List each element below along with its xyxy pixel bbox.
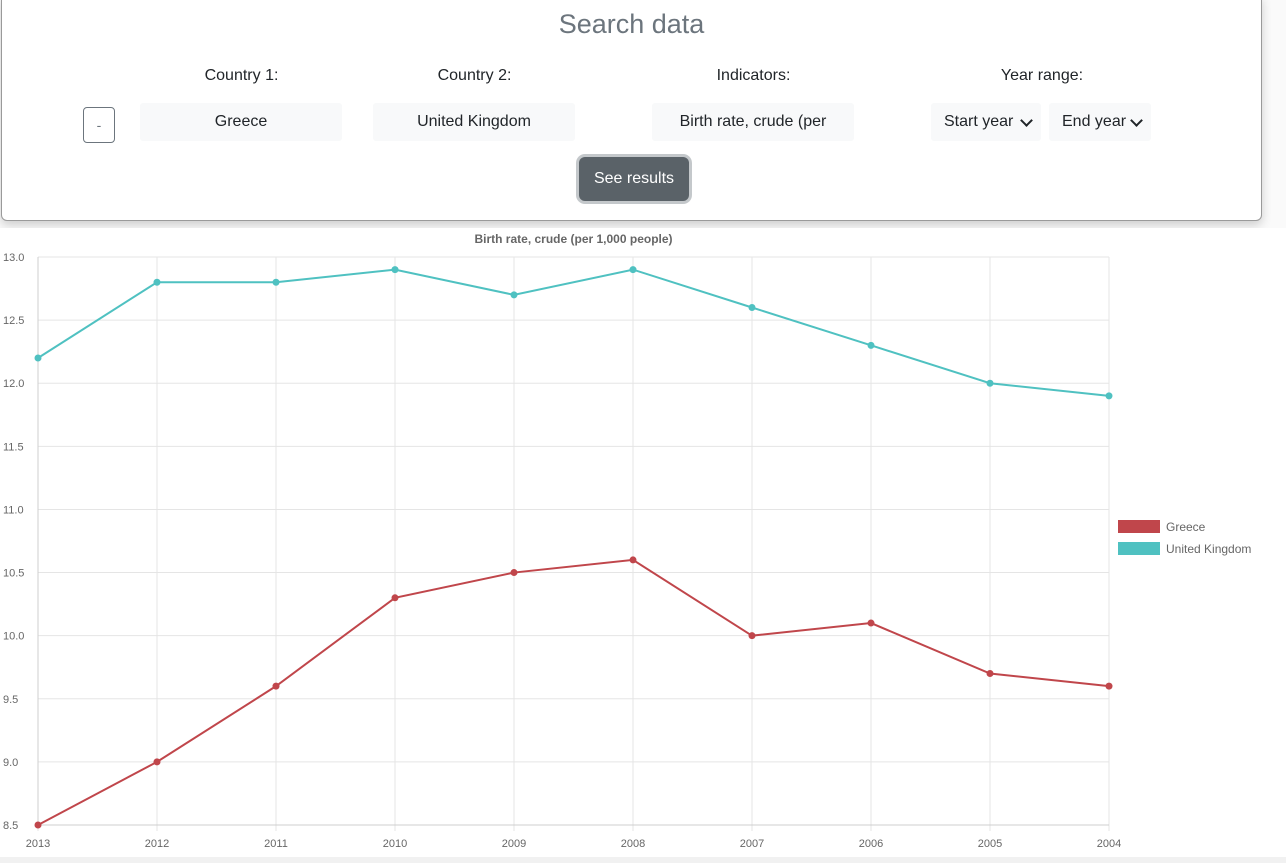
line-chart: Birth rate, crude (per 1,000 people) 13.0… [0, 228, 1286, 858]
data-point-greece [629, 556, 637, 564]
y-tick-label: 13.0 [3, 252, 24, 264]
y-tick-label: 11.0 [3, 504, 24, 516]
data-point-greece [748, 632, 756, 640]
data-point-greece [153, 758, 161, 766]
y-tick-label: 10.5 [3, 568, 24, 580]
search-panel: Search data Country 1: Country 2: Indica… [1, 0, 1262, 221]
legend-label-greece: Greece [1166, 520, 1206, 534]
legend-label-united-kingdom: United Kingdom [1166, 542, 1251, 556]
y-tick-label: 9.5 [3, 694, 18, 706]
legend-swatch-united-kingdom [1118, 542, 1160, 555]
end-year-select[interactable]: End year [1049, 103, 1151, 141]
data-point-united-kingdom [153, 278, 161, 286]
y-tick-label: 8.5 [3, 820, 18, 832]
x-tick-label: 2013 [26, 838, 50, 850]
x-tick-label: 2004 [1097, 838, 1121, 850]
country2-label: Country 2: [437, 67, 512, 84]
x-tick-label: 2008 [621, 838, 645, 850]
data-point-united-kingdom [1105, 392, 1113, 400]
country2-input[interactable]: United Kingdom [373, 103, 575, 141]
y-tick-label: 12.0 [3, 378, 24, 390]
data-point-greece [1105, 682, 1113, 690]
data-point-united-kingdom [272, 278, 280, 286]
x-tick-label: 2011 [264, 838, 288, 850]
start-year-select[interactable]: Start year [931, 103, 1041, 141]
y-tick-label: 12.5 [3, 315, 24, 327]
data-point-united-kingdom [986, 379, 994, 387]
data-point-united-kingdom [748, 303, 756, 311]
country1-input[interactable]: Greece [140, 103, 342, 141]
data-point-united-kingdom [510, 291, 518, 299]
data-point-united-kingdom [34, 354, 42, 362]
indicators-label: Indicators: [716, 67, 791, 84]
y-tick-label: 11.5 [3, 441, 24, 453]
x-tick-label: 2007 [740, 838, 764, 850]
x-tick-label: 2009 [502, 838, 526, 850]
data-point-greece [867, 619, 875, 627]
year-range-label: Year range: [1000, 67, 1084, 84]
x-tick-label: 2012 [145, 838, 169, 850]
chevron-down-icon [1130, 114, 1143, 127]
y-tick-label: 9.0 [3, 757, 18, 769]
data-point-greece [510, 569, 518, 577]
indicator-input[interactable]: Birth rate, crude (per [652, 103, 854, 141]
country1-label: Country 1: [204, 67, 279, 84]
x-tick-label: 2010 [383, 838, 407, 850]
legend-swatch-greece [1118, 520, 1160, 533]
search-title: Search data [558, 9, 705, 39]
page-footer-strip [0, 857, 1286, 863]
y-tick-label: 10.0 [3, 631, 24, 643]
start-year-value: Start year [944, 113, 1014, 130]
data-point-united-kingdom [629, 266, 637, 274]
data-point-united-kingdom [391, 266, 399, 274]
remove-row-button[interactable]: - [83, 107, 115, 143]
chevron-down-icon [1020, 114, 1033, 127]
data-point-greece [34, 821, 42, 829]
x-tick-label: 2005 [978, 838, 1002, 850]
data-point-greece [986, 670, 994, 678]
data-point-greece [272, 682, 280, 690]
chart-title: Birth rate, crude (per 1,000 people) [474, 232, 672, 246]
data-point-united-kingdom [867, 341, 875, 349]
see-results-button[interactable]: See results [579, 157, 689, 201]
data-point-greece [391, 594, 399, 602]
x-tick-label: 2006 [859, 838, 883, 850]
end-year-value: End year [1062, 113, 1127, 130]
chart-background [0, 228, 1286, 858]
